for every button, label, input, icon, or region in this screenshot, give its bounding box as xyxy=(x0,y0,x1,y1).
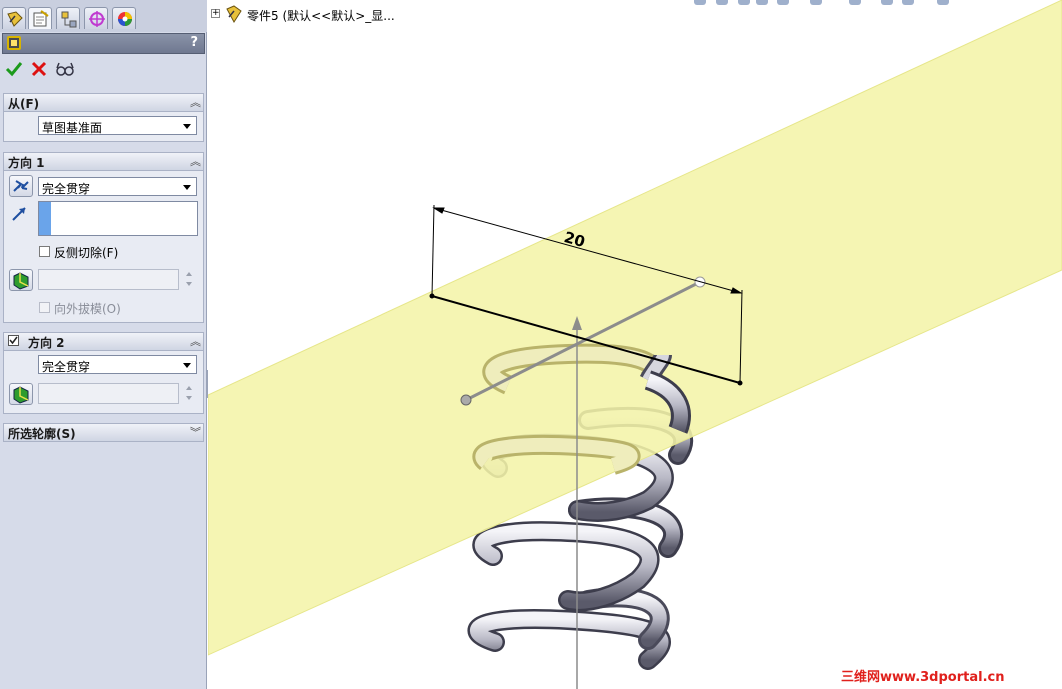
chevron-down-icon[interactable] xyxy=(180,118,194,133)
draft-outward-label: 向外拔模(O) xyxy=(54,302,121,316)
direction2-group: 方向 2 ︽ 完全贯穿 xyxy=(3,332,204,414)
direction1-end-condition-select[interactable]: 完全贯穿 xyxy=(38,177,197,196)
x-icon xyxy=(31,61,47,77)
tab-property-manager[interactable] xyxy=(28,7,52,29)
from-group-title: 从(F) xyxy=(8,97,40,111)
cancel-button[interactable] xyxy=(29,60,49,80)
selection-indicator xyxy=(39,202,51,235)
cut-extrude-icon xyxy=(7,36,21,50)
draft-angle-input[interactable] xyxy=(38,269,179,290)
direction2-end-condition-select[interactable]: 完全贯穿 xyxy=(38,355,197,374)
sketch-plane xyxy=(208,0,1062,656)
configuration-manager-icon xyxy=(61,11,77,28)
tab-configuration-manager[interactable] xyxy=(56,7,80,29)
reverse-direction-button[interactable] xyxy=(9,175,33,197)
feature-manager-icon xyxy=(7,11,23,27)
dimxpert-icon xyxy=(89,11,105,27)
selected-contours-header[interactable]: 所选轮廓(S) ︾ xyxy=(4,424,203,441)
toolbar-view-icon[interactable] xyxy=(694,0,706,5)
draft-toggle-button[interactable] xyxy=(9,269,33,291)
chevron-down-icon[interactable] xyxy=(180,179,194,194)
direction1-end-condition-value: 完全贯穿 xyxy=(42,182,91,196)
selected-contours-group: 所选轮廓(S) ︾ xyxy=(3,423,204,442)
toolbar-section-icon[interactable] xyxy=(756,0,768,5)
tab-feature-manager[interactable] xyxy=(2,7,26,29)
toolbar-settings-icon[interactable] xyxy=(937,0,949,5)
direction2-draft-angle-input[interactable] xyxy=(38,383,179,404)
draft-icon xyxy=(13,272,29,290)
draft-angle-spinner[interactable] xyxy=(185,269,195,290)
collapse-icon[interactable]: ︽ xyxy=(190,333,201,349)
property-manager-icon xyxy=(33,10,49,27)
from-select[interactable]: 草图基准面 xyxy=(38,116,197,135)
model-scene xyxy=(208,0,1062,689)
check-mark-icon xyxy=(9,336,18,345)
toolbar-rotate-icon[interactable] xyxy=(738,0,750,5)
direction1-group-header[interactable]: 方向 1 ︽ xyxy=(4,153,203,171)
glasses-icon xyxy=(56,62,74,76)
ok-button[interactable] xyxy=(4,60,24,80)
detailed-preview-button[interactable] xyxy=(55,60,75,80)
watermark: 三维网www.3dportal.cn xyxy=(841,670,1005,685)
toolbar-orientation-icon[interactable] xyxy=(777,0,789,5)
expand-icon[interactable]: ︾ xyxy=(190,424,201,440)
collapse-icon[interactable]: ︽ xyxy=(190,94,201,110)
toolbar-zoom-icon[interactable] xyxy=(716,0,728,5)
direction-reference-listbox[interactable] xyxy=(38,201,198,236)
tab-dimxpert-manager[interactable] xyxy=(84,7,108,29)
tab-display-manager[interactable] xyxy=(112,7,136,29)
flip-side-label: 反侧切除(F) xyxy=(54,246,119,260)
selected-contours-title: 所选轮廓(S) xyxy=(8,427,76,441)
display-manager-icon xyxy=(118,12,132,26)
draft-outward-checkbox[interactable] xyxy=(39,302,50,313)
axis-handle-start xyxy=(460,394,472,406)
expand-tree-icon[interactable]: + xyxy=(211,9,220,18)
part-icon xyxy=(224,5,244,26)
draft-icon xyxy=(13,386,29,404)
help-button[interactable]: ? xyxy=(190,35,198,50)
direction1-title: 方向 1 xyxy=(8,156,45,170)
direction2-draft-angle-spinner[interactable] xyxy=(185,383,195,404)
checkmark-icon xyxy=(5,62,23,77)
direction2-draft-toggle-button[interactable] xyxy=(9,383,33,405)
toolbar-appearance-icon[interactable] xyxy=(881,0,893,5)
manager-tabs xyxy=(0,0,207,32)
direction-vector-icon xyxy=(10,205,30,226)
chevron-down-icon[interactable] xyxy=(180,357,194,372)
feature-title-bar: ? xyxy=(2,33,205,54)
direction2-end-condition-value: 完全贯穿 xyxy=(42,360,91,374)
direction2-title: 方向 2 xyxy=(28,336,65,350)
toolbar-display-icon[interactable] xyxy=(810,0,822,5)
toolbar-hide-icon[interactable] xyxy=(849,0,861,5)
direction1-group: 方向 1 ︽ 完全贯穿 反侧切除(F) 向外拔模(O) xyxy=(3,152,204,323)
tree-root-label: 零件5 (默认<<默认>_显... xyxy=(247,9,395,23)
property-manager-panel: ? 从(F) ︽ 草图基准面 方向 1 ︽ 完全贯穿 反侧切除(F) 向外拔模(… xyxy=(0,0,207,689)
reverse-direction-icon xyxy=(13,180,29,192)
from-group-header[interactable]: 从(F) ︽ xyxy=(4,94,203,112)
from-select-value: 草图基准面 xyxy=(42,121,103,135)
flip-side-checkbox[interactable] xyxy=(39,246,50,257)
graphics-viewport[interactable]: + 零件5 (默认<<默认>_显... 20 三维网www.3dportal.c… xyxy=(208,0,1062,689)
direction2-checkbox[interactable] xyxy=(8,335,19,346)
collapse-icon[interactable]: ︽ xyxy=(190,153,201,169)
toolbar-scene-icon[interactable] xyxy=(902,0,914,5)
direction2-group-header[interactable]: 方向 2 ︽ xyxy=(4,333,203,351)
from-group: 从(F) ︽ 草图基准面 xyxy=(3,93,204,142)
